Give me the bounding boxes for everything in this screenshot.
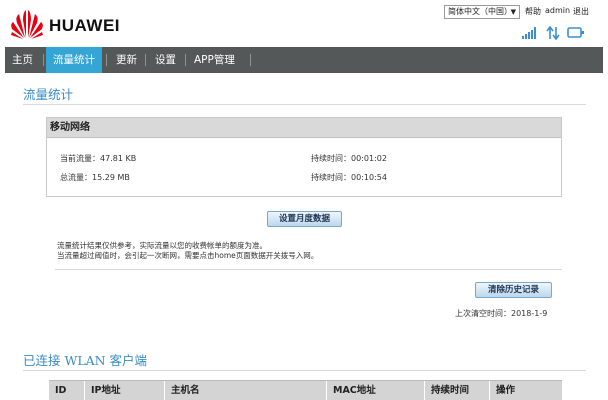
nav-settings[interactable]: 设置: [148, 47, 183, 73]
signal-bars-icon: [522, 27, 536, 39]
column-header-hostname: 主机名: [165, 381, 327, 400]
language-select[interactable]: 简体中文（中国） ▼: [444, 5, 520, 19]
panel-title: 移动网络: [47, 118, 561, 138]
set-monthly-data-button[interactable]: 设置月度数据: [267, 211, 342, 227]
current-duration: 持续时间：00:01:02: [311, 153, 387, 164]
total-duration: 持续时间：00:10:54: [311, 172, 387, 183]
nav-update[interactable]: 更新: [109, 47, 144, 73]
nav-divider: [250, 54, 251, 66]
huawei-logo-icon: [11, 10, 43, 39]
nav-divider: [43, 54, 44, 66]
total-traffic-value: 15.29 MB: [92, 173, 130, 182]
current-traffic-label: 当前流量：: [60, 154, 100, 163]
column-header-id: ID: [49, 381, 85, 400]
current-traffic: 当前流量：47.81 KB: [60, 153, 136, 164]
nav-divider: [145, 54, 146, 66]
column-header-action: 操作: [496, 385, 516, 396]
nav-home[interactable]: 主页: [5, 47, 40, 73]
column-header-ip: IP地址: [85, 381, 165, 400]
logout-link[interactable]: 退出: [573, 6, 589, 17]
main-nav: 主页 流量统计 更新 设置 APP管理: [5, 47, 603, 73]
last-cleared-value: 2018-1-9: [511, 309, 548, 318]
language-value: 简体中文（中国）: [448, 7, 512, 16]
last-cleared: 上次清空时间：2018-1-9: [455, 308, 547, 319]
nav-traffic-stats[interactable]: 流量统计: [46, 47, 102, 73]
column-header-duration: 持续时间: [425, 381, 490, 400]
section-divider: [23, 104, 586, 105]
chevron-down-icon: ▼: [510, 8, 516, 16]
section-divider: [55, 269, 562, 270]
nav-divider: [106, 54, 107, 66]
wlan-clients-table: ID IP地址 主机名 MAC地址 持续时间 操作: [49, 380, 562, 400]
total-traffic-label: 总流量：: [60, 173, 92, 182]
username: admin: [545, 6, 571, 15]
total-duration-value: 00:10:54: [351, 173, 387, 182]
last-cleared-label: 上次清空时间：: [455, 309, 511, 318]
section-divider: [23, 370, 586, 371]
traffic-note-line2: 当流量超过阈值时，会引起一次断网，需要点击home页面数据开关拨号入网。: [57, 251, 319, 260]
current-duration-label: 持续时间：: [311, 154, 351, 163]
clear-history-button[interactable]: 清除历史记录: [475, 282, 552, 298]
brand-name: HUAWEI: [49, 16, 120, 35]
help-link[interactable]: 帮助: [525, 6, 541, 17]
header: HUAWEI 简体中文（中国） ▼ 帮助 admin 退出: [0, 0, 608, 46]
nav-app-management[interactable]: APP管理: [187, 47, 242, 73]
current-duration-value: 00:01:02: [351, 154, 387, 163]
wlan-section-title: 已连接 WLAN 客户端: [23, 353, 148, 368]
nav-divider: [185, 54, 186, 66]
mobile-network-panel: 移动网络 当前流量：47.81 KB 持续时间：00:01:02 总流量：15.…: [46, 117, 562, 197]
current-traffic-value: 47.81 KB: [100, 154, 137, 163]
total-traffic: 总流量：15.29 MB: [60, 172, 130, 183]
total-duration-label: 持续时间：: [311, 173, 351, 182]
traffic-section-title: 流量统计: [23, 87, 74, 102]
data-updown-icon: [546, 26, 560, 40]
device-icon: [567, 27, 584, 38]
column-header-mac: MAC地址: [327, 381, 425, 400]
